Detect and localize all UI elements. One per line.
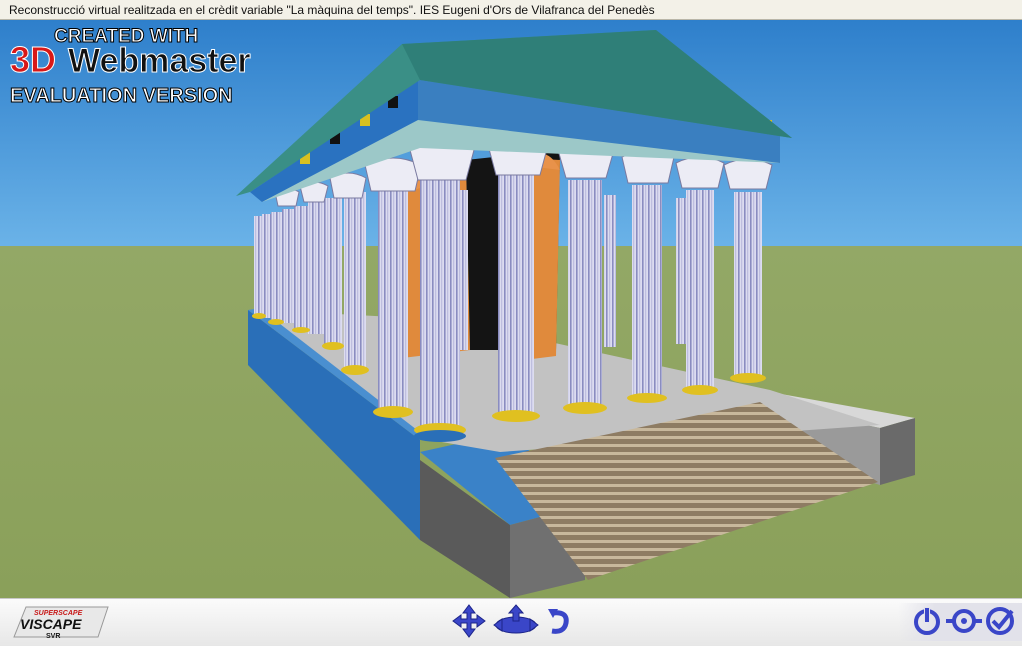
watermark-webmaster: Webmaster [68, 42, 251, 80]
navigation-toolbar: SUPERSCAPE VISCAPE SVR [0, 598, 1022, 646]
viscape-logo: SUPERSCAPE VISCAPE SVR [13, 606, 109, 640]
3d-viewport[interactable]: CREATED WITH 3D Webmaster EVALUATION VER… [0, 20, 1022, 598]
look-at-icon[interactable] [946, 607, 982, 635]
window-title: Reconstrucció virtual realitzada en el c… [9, 3, 655, 17]
logo-viscape: VISCAPE [20, 616, 82, 632]
watermark-evaluation: EVALUATION VERSION [10, 85, 233, 107]
evaluation-watermark: CREATED WITH 3D Webmaster EVALUATION VER… [10, 26, 251, 108]
rotate-icon[interactable] [546, 605, 572, 637]
walk-icon[interactable] [492, 603, 540, 639]
logo-svr: SVR [46, 633, 60, 640]
watermark-3d: 3D [10, 39, 56, 80]
confirm-icon[interactable] [984, 605, 1016, 637]
title-bar: Reconstrucció virtual realitzada en el c… [0, 0, 1022, 20]
viscape-player-window: Reconstrucció virtual realitzada en el c… [0, 0, 1022, 646]
move-arrows-icon[interactable] [450, 603, 488, 639]
reset-view-icon[interactable] [912, 605, 942, 637]
